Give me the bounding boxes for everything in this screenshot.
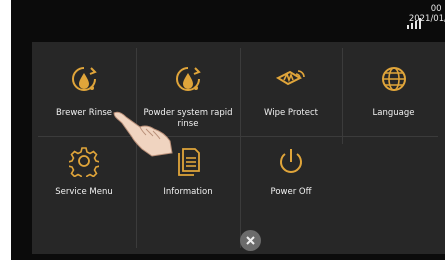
wipe-protect-icon <box>275 70 305 86</box>
menu-item-label: Wipe Protect <box>264 108 318 118</box>
gear-icon <box>69 147 99 177</box>
menu-item-label: Service Menu <box>55 187 113 197</box>
brewer-rinse-icon <box>72 67 97 91</box>
clock-time: 00 . <box>430 4 445 14</box>
menu-item-power-off[interactable]: Power Off <box>240 137 342 227</box>
menu-item-label: Power Off <box>270 187 312 197</box>
screen: 00 . 2021/01/ Brewer Rinse <box>11 0 445 260</box>
close-icon <box>246 236 255 245</box>
document-icon <box>178 148 200 176</box>
menu-item-language[interactable]: Language <box>342 42 445 136</box>
power-icon <box>280 149 302 173</box>
menu-item-wipe-protect[interactable]: Wipe Protect <box>240 42 342 136</box>
powder-rinse-icon <box>176 67 201 91</box>
status-bar: 00 . 2021/01/ <box>11 0 445 32</box>
menu-item-label: Information <box>163 187 213 197</box>
menu-item-label: Language <box>372 108 415 118</box>
close-button[interactable] <box>240 230 261 251</box>
globe-icon <box>381 67 406 91</box>
pointing-hand-icon <box>113 111 173 157</box>
clock: 00 . 2021/01/ <box>409 4 445 24</box>
menu-panel: Brewer Rinse Powder system rapid rinse W… <box>32 42 445 254</box>
clock-date: 2021/01/ <box>408 14 445 24</box>
